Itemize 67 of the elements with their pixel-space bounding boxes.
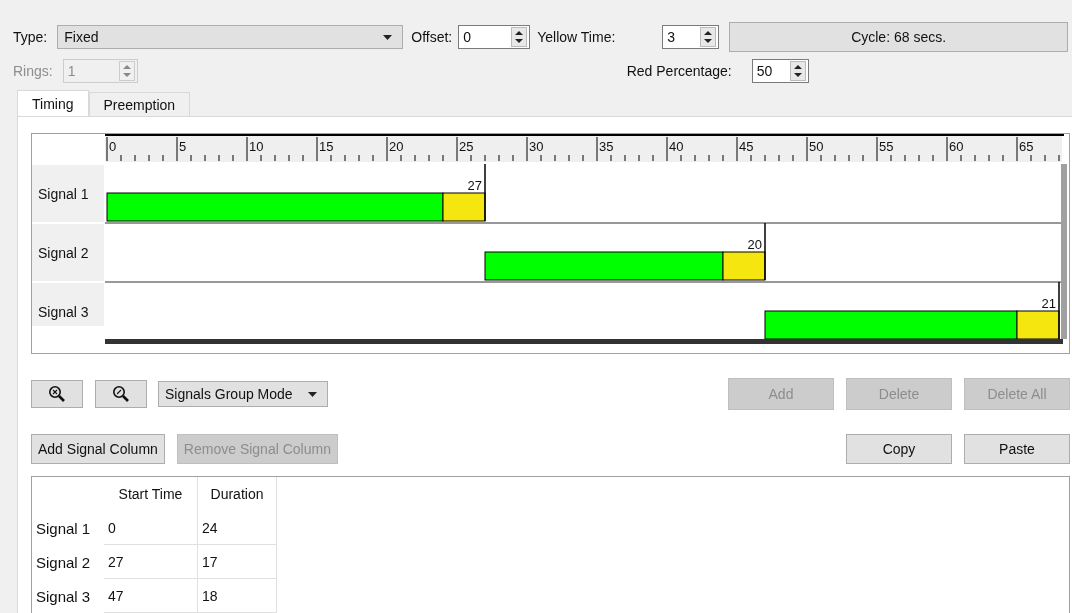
magnifier-icon: [48, 385, 66, 403]
end-marker: [1058, 281, 1060, 340]
clearance-time-label: Yellow Time:: [537, 29, 617, 45]
type-dropdown[interactable]: Fixed: [57, 25, 404, 49]
phase-length-label: 27: [467, 178, 482, 193]
caret-icon: [383, 34, 393, 40]
row-header: [32, 224, 104, 281]
table-cell[interactable]: 18: [198, 579, 277, 613]
signal-label: Signal 1: [38, 186, 89, 202]
tick-label: 65: [1019, 139, 1034, 154]
tick-label: 5: [179, 139, 187, 154]
end-marker: [764, 222, 766, 281]
tick-label: 45: [739, 139, 754, 154]
clearance-phase-bar: [722, 251, 766, 281]
spin-arrows-icon: [118, 61, 135, 81]
row-header: Signal 2: [35, 552, 92, 573]
offset-spinbox[interactable]: 0: [458, 25, 531, 49]
percentage-spinbox[interactable]: 50: [751, 59, 809, 83]
tick-label: 55: [879, 139, 894, 154]
clipboard-button[interactable]: Paste: [964, 434, 1070, 464]
table-cell[interactable]: 24: [198, 511, 277, 545]
table-cell[interactable]: 27: [104, 545, 198, 579]
tick-label: 50: [809, 139, 824, 154]
magnifier-icon: [112, 385, 130, 403]
column-button[interactable]: Add Signal Column: [31, 434, 165, 464]
zoom-reset-button[interactable]: [31, 380, 83, 408]
end-marker: [484, 163, 486, 222]
column-header: Start Time: [104, 477, 198, 511]
signal-label: Signal 2: [38, 245, 89, 261]
row-header: [32, 165, 104, 222]
column-header: Duration: [198, 477, 277, 511]
table-cell[interactable]: 17: [198, 545, 277, 579]
spin-arrows-icon: [511, 27, 528, 47]
tick-label: 40: [669, 139, 684, 154]
clearance-time-spinbox[interactable]: 3: [662, 25, 720, 49]
table-cell[interactable]: 0: [104, 511, 198, 545]
tick-label: 25: [459, 139, 474, 154]
mode-dropdown[interactable]: Signals Group Mode: [158, 381, 328, 407]
tab[interactable]: Preemption: [88, 92, 191, 116]
tab[interactable]: Timing: [17, 90, 89, 116]
tick-label: 60: [949, 139, 964, 154]
type-label: Type:: [13, 29, 48, 45]
clipboard-button[interactable]: Copy: [846, 434, 952, 464]
tick-label: 15: [319, 139, 334, 154]
spin-arrows-icon: [789, 61, 806, 81]
signal-label: Signal 3: [38, 304, 89, 320]
tick-label: 10: [249, 139, 264, 154]
rings-label: Rings:: [13, 63, 53, 79]
scrollbar[interactable]: [1061, 164, 1067, 339]
table-cell[interactable]: 47: [104, 579, 198, 613]
row-header: Signal 3: [35, 586, 92, 607]
caret-icon: [308, 391, 317, 397]
row-header: [32, 283, 104, 326]
clearance-phase-bar: [442, 192, 486, 222]
row-header: Signal 1: [35, 518, 92, 539]
clearance-phase-bar: [1016, 310, 1060, 340]
tick-label: 0: [109, 139, 117, 154]
tick-label: 20: [389, 139, 404, 154]
offset-label: Offset:: [411, 29, 453, 45]
cycle-button[interactable]: Cycle: 68 secs.: [729, 22, 1068, 52]
phase-length-label: 21: [1041, 296, 1056, 311]
tick-label: 30: [529, 139, 544, 154]
spin-arrows-icon: [700, 27, 717, 47]
percentage-label: Red Percentage:: [626, 63, 733, 79]
phase-length-label: 20: [747, 237, 762, 252]
zoom-button[interactable]: [95, 380, 147, 408]
tick-label: 35: [599, 139, 614, 154]
